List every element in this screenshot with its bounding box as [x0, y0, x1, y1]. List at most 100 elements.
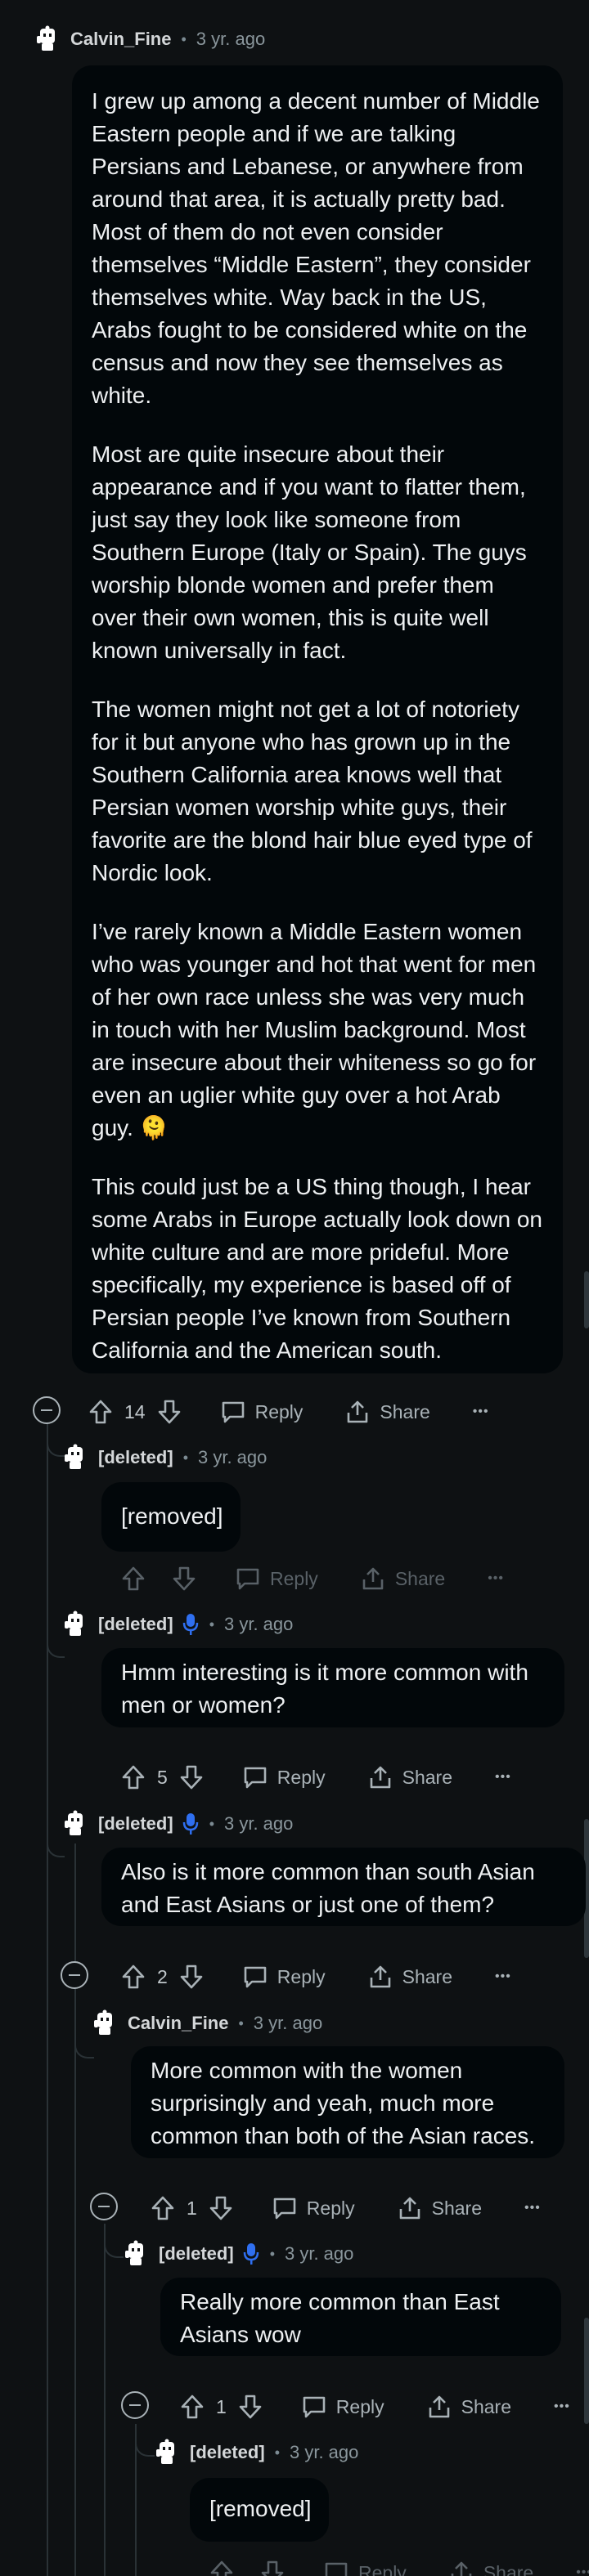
vote-count: 1 [216, 2395, 227, 2417]
more-options-button[interactable]: ••• [524, 2201, 541, 2215]
avatar[interactable] [33, 25, 62, 54]
scrollbar-thumb[interactable] [584, 2318, 589, 2424]
reply-label: Reply [270, 1567, 318, 1589]
username[interactable]: [deleted] [159, 2243, 234, 2265]
comment-actions: 1 Reply Share ••• [180, 2385, 570, 2429]
downvote-button[interactable] [260, 2560, 285, 2576]
share-button[interactable]: Share [427, 2395, 511, 2419]
reply-button[interactable]: Reply [221, 1400, 303, 1424]
avatar[interactable] [90, 2009, 119, 2038]
downvote-button[interactable] [172, 1566, 196, 1592]
collapse-thread-button[interactable] [121, 2391, 149, 2419]
more-options-button[interactable]: ••• [554, 2399, 570, 2414]
avatar[interactable] [121, 2239, 151, 2269]
comment-actions: Reply Share ••• [209, 2551, 589, 2576]
microphone-icon [182, 1812, 200, 1836]
timestamp: 3 yr. ago [253, 2013, 323, 2033]
collapse-thread-button[interactable] [90, 2193, 118, 2220]
comment-body: Also is it more common than south Asian … [101, 1848, 586, 1926]
vote-count: 5 [157, 1766, 168, 1788]
share-label: Share [461, 2395, 511, 2417]
vote-count: 2 [157, 1965, 168, 1987]
reply-button[interactable]: Reply [243, 1765, 326, 1790]
comment-body: Hmm interesting is it more common with m… [101, 1648, 564, 1727]
more-options-button[interactable]: ••• [488, 1571, 504, 1586]
reply-label: Reply [277, 1766, 326, 1788]
separator-dot: • [181, 30, 187, 47]
microphone-icon [182, 1612, 200, 1637]
avatar[interactable] [152, 2438, 182, 2467]
upvote-button[interactable] [88, 1399, 113, 1425]
separator-dot: • [274, 2444, 280, 2461]
comment-header: [deleted] • 3 yr. ago [61, 1804, 404, 1844]
username[interactable]: Calvin_Fine [70, 29, 171, 50]
share-button[interactable]: Share [449, 2560, 533, 2576]
reply-button[interactable]: Reply [302, 2395, 384, 2419]
more-options-button[interactable]: ••• [495, 1770, 511, 1785]
comment-paragraph: Really more common than East Asians wow [180, 2289, 500, 2347]
share-button[interactable]: Share [398, 2196, 482, 2220]
downvote-button[interactable] [238, 2394, 263, 2420]
comment-body: Really more common than East Asians wow [160, 2278, 561, 2356]
downvote-button[interactable] [209, 2195, 233, 2221]
timestamp: 3 yr. ago [196, 29, 266, 49]
username[interactable]: [deleted] [98, 1614, 173, 1635]
more-options-button[interactable]: ••• [495, 1969, 511, 1984]
reply-button[interactable]: Reply [236, 1566, 318, 1591]
comment-actions: 1 Reply Share ••• [151, 2186, 541, 2230]
downvote-button[interactable] [179, 1764, 204, 1790]
comment-paragraph: Most are quite insecure about their appe… [92, 441, 527, 663]
upvote-button[interactable] [121, 1764, 146, 1790]
comment-paragraph: [removed] [121, 1503, 223, 1529]
separator-dot: • [182, 1449, 188, 1466]
username[interactable]: [deleted] [98, 1447, 173, 1468]
reply-button[interactable]: Reply [272, 2196, 355, 2220]
collapse-thread-button[interactable] [61, 1961, 88, 1989]
upvote-button[interactable] [151, 2195, 175, 2221]
downvote-button[interactable] [179, 1964, 204, 1990]
username[interactable]: [deleted] [98, 1813, 173, 1835]
share-button[interactable]: Share [368, 1964, 452, 1989]
reply-label: Reply [277, 1965, 326, 1987]
reply-button[interactable]: Reply [243, 1964, 326, 1989]
upvote-button[interactable] [209, 2560, 234, 2576]
comment-actions: Reply Share ••• [121, 1557, 504, 1601]
more-options-button[interactable]: ••• [576, 2565, 589, 2576]
upvote-button[interactable] [121, 1964, 146, 1990]
scrollbar-thumb[interactable] [584, 1271, 589, 1328]
comment-paragraph: More common with the women surprisingly … [151, 2058, 536, 2148]
comment-paragraph: [removed] [209, 2496, 312, 2521]
avatar[interactable] [61, 1610, 90, 1639]
vote-count: 1 [187, 2197, 197, 2219]
share-label: Share [380, 1400, 430, 1422]
comment-paragraph: I’ve rarely known a Middle Eastern women… [92, 919, 537, 1140]
reply-label: Reply [306, 2197, 355, 2219]
reply-label: Reply [358, 2561, 407, 2576]
reply-button[interactable]: Reply [324, 2560, 407, 2576]
downvote-button[interactable] [157, 1399, 182, 1425]
collapse-thread-button[interactable] [33, 1396, 61, 1424]
share-button[interactable]: Share [345, 1400, 430, 1424]
comment-header: Calvin_Fine • 3 yr. ago [33, 20, 360, 59]
separator-dot: • [238, 2014, 244, 2032]
avatar[interactable] [61, 1443, 90, 1472]
timestamp: 3 yr. ago [285, 2243, 354, 2264]
comment-body: [removed] [101, 1482, 241, 1552]
more-options-button[interactable]: ••• [473, 1404, 489, 1419]
microphone-icon [242, 2242, 260, 2266]
comment-paragraph: The women might not get a lot of notorie… [92, 697, 533, 885]
share-button[interactable]: Share [361, 1566, 445, 1591]
timestamp: 3 yr. ago [290, 2442, 359, 2462]
timestamp: 3 yr. ago [198, 1447, 268, 1467]
share-label: Share [483, 2561, 534, 2576]
avatar[interactable] [61, 1809, 90, 1839]
comment-body: I grew up among a decent number of Middl… [72, 65, 563, 1373]
username[interactable]: [deleted] [190, 2442, 265, 2463]
comment-body: More common with the women surprisingly … [131, 2046, 564, 2158]
separator-dot: • [209, 1815, 214, 1832]
comment-paragraph: I grew up among a decent number of Middl… [92, 88, 540, 408]
share-button[interactable]: Share [368, 1765, 452, 1790]
username[interactable]: Calvin_Fine [128, 2013, 228, 2034]
upvote-button[interactable] [121, 1566, 146, 1592]
upvote-button[interactable] [180, 2394, 205, 2420]
